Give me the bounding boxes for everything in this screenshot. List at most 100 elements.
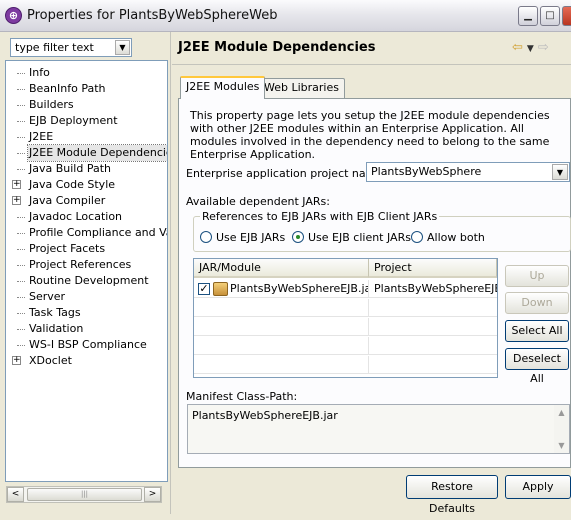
forward-arrow-icon[interactable]: ⇨ [538,40,549,55]
tree-item-label: Info [29,66,50,79]
page-title: J2EE Module Dependencies [178,40,376,55]
scroll-left-icon[interactable]: < [7,487,24,502]
properties-window: ⊕ Properties for PlantsByWebSphereWeb ▁ … [0,0,571,515]
radio-circle [411,231,423,243]
maximize-button[interactable]: □ [540,6,560,26]
tree-connector [17,297,25,298]
tree-item-label: Javadoc Location [29,210,123,223]
tree-item-label: Builders [29,98,74,111]
tree-connector [17,137,25,138]
tree-connector [17,329,25,330]
tree-item-label: EJB Deployment [29,114,118,127]
tree-item-label: Java Code Style [29,178,116,191]
property-tree: Info BeanInfo Path Builders EJB Deployment J… [5,60,168,482]
scroll-thumb[interactable]: ||| [27,488,142,501]
radio-use-ejb-client-jars[interactable]: Use EJB client JARs [292,231,411,245]
tree-horizontal-scrollbar[interactable]: < ||| > [6,486,162,503]
up-button[interactable]: Up [505,265,569,287]
jar-cell: ✓ PlantsByWebSphereEJB.jar [194,280,369,298]
jar-icon [213,282,228,296]
minimize-button[interactable]: ▁ [518,6,538,26]
filter-input[interactable]: type filter text ▼ [10,38,132,57]
ear-project-label: Enterprise application project name: [186,167,387,180]
title-bar: ⊕ Properties for PlantsByWebSphereWeb ▁ … [0,0,571,32]
expand-icon[interactable]: + [12,356,21,365]
available-jars-label: Available dependent JARs: [186,195,330,208]
tree-item-label: XDoclet [29,354,72,367]
tree-connector [17,281,25,282]
filter-text: type filter text [15,41,94,54]
tree-connector [17,73,25,74]
radio-circle [200,231,212,243]
tree-connector [17,169,25,170]
select-all-button[interactable]: Select All [505,320,569,342]
manifest-label: Manifest Class-Path: [186,390,298,403]
expand-icon[interactable]: + [12,196,21,205]
page-description: This property page lets you setup the J2… [190,109,550,161]
manifest-classpath-field[interactable]: PlantsByWebSphereEJB.jar ▲ ▼ [187,404,570,454]
tree-connector [17,313,25,314]
radio-circle-selected [292,231,304,243]
radio-allow-both[interactable]: Allow both [411,231,485,245]
jar-name: PlantsByWebSphereEJB.jar [230,282,369,295]
history-dropdown-icon[interactable]: ▼ [527,44,534,54]
tree-item-label: WS-I BSP Compliance [29,338,147,351]
tree-connector [17,105,25,106]
tree-item-label: Project References [29,258,132,271]
manifest-value: PlantsByWebSphereEJB.jar [192,409,338,422]
apply-button[interactable]: Apply [505,475,571,499]
app-icon: ⊕ [5,7,22,24]
close-button[interactable] [562,6,571,26]
tree-item-label: Validation [29,322,84,335]
column-header-jar-module[interactable]: JAR/Module [194,259,369,278]
manifest-scrollbar[interactable]: ▲ ▼ [554,405,569,453]
table-row-empty [194,337,497,355]
tree-item-label: Profile Compliance and Valid [29,226,167,239]
header-divider [172,64,571,65]
restore-defaults-button[interactable]: Restore Defaults [406,475,498,515]
tree-item-label: Java Build Path [29,162,112,175]
chevron-down-icon[interactable]: ▼ [115,40,130,55]
tree-item-label: Java Compiler [29,194,106,207]
nav-arrows: ⇦ ▼ ⇨ [512,40,549,55]
down-button[interactable]: Down [505,292,569,314]
tree-item-label: Task Tags [29,306,81,319]
table-row-empty [194,356,497,374]
window-title: Properties for PlantsByWebSphereWeb [27,8,278,23]
tree-connector [17,153,25,154]
tree-connector [17,249,25,250]
table-row[interactable]: ✓ PlantsByWebSphereEJB.jar PlantsByWebSp… [194,280,497,298]
tree-connector [17,233,25,234]
tree-item-label: J2EE Module Dependencies [26,144,167,162]
tab-web-libraries[interactable]: Web Libraries [258,78,345,98]
ear-project-value: PlantsByWebSphere [371,165,482,178]
jar-table: JAR/Module Project ✓ PlantsByWebSphereEJ… [193,258,498,378]
tree-connector [17,345,25,346]
tab-j2ee-modules[interactable]: J2EE Modules [180,76,266,99]
ear-project-select[interactable]: PlantsByWebSphere ▼ [366,162,570,182]
scroll-right-icon[interactable]: > [144,487,161,502]
tree-item-label: Server [29,290,66,303]
deselect-all-button[interactable]: Deselect All [505,348,569,385]
project-cell: PlantsByWebSphereEJB [374,282,497,295]
table-row-empty [194,318,497,336]
back-arrow-icon[interactable]: ⇦ [512,40,523,55]
scroll-up-icon[interactable]: ▲ [554,405,569,420]
tree-item-label: J2EE [29,130,54,143]
chevron-down-icon[interactable]: ▼ [552,164,568,180]
tree-connector [17,217,25,218]
references-group-title: References to EJB JARs with EJB Client J… [200,210,440,223]
expand-icon[interactable]: + [12,180,21,189]
scroll-down-icon[interactable]: ▼ [554,438,569,453]
tree-item-label: Project Facets [29,242,106,255]
tree-connector [17,89,25,90]
column-header-project[interactable]: Project [369,259,497,278]
tree-connector [17,121,25,122]
pane-splitter[interactable] [170,32,171,514]
tree-connector [17,265,25,266]
table-row-empty [194,299,497,317]
jar-checkbox[interactable]: ✓ [198,283,210,295]
radio-use-ejb-jars[interactable]: Use EJB JARs [200,231,285,245]
tree-item-label: Routine Development [29,274,149,287]
tree-item-label: BeanInfo Path [29,82,106,95]
